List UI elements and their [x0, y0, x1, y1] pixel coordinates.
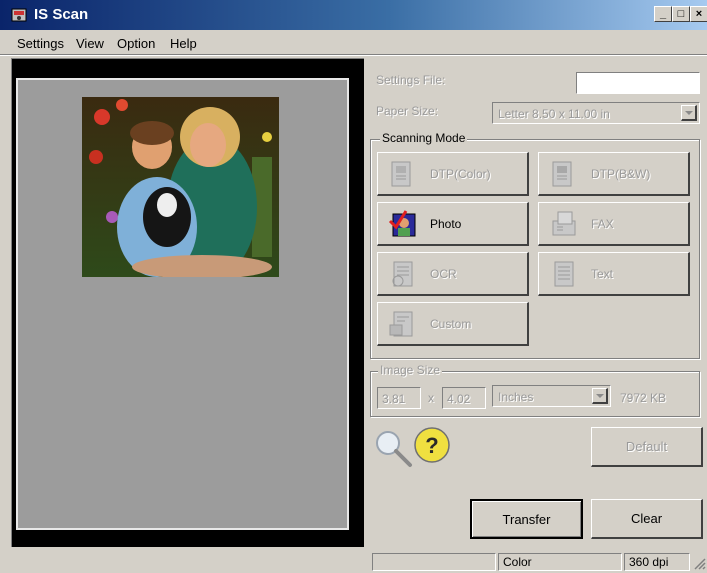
mode-dtp-bw-label: DTP(B&W) [591, 167, 651, 181]
mode-ocr-button[interactable]: OCR [377, 252, 529, 296]
default-button[interactable]: Default [591, 427, 703, 467]
maximize-button[interactable]: □ [672, 6, 690, 22]
mode-fax-label: FAX [591, 217, 614, 231]
title-bar [0, 0, 707, 30]
image-width-field[interactable]: 3.81 [377, 387, 421, 409]
mode-text-button[interactable]: Text [538, 252, 690, 296]
app-icon [11, 8, 27, 22]
file-size-value: 7972 KB [620, 391, 667, 405]
mode-ocr-label: OCR [430, 267, 457, 281]
mode-custom-button[interactable]: Custom [377, 302, 529, 346]
status-cell-empty [372, 553, 496, 571]
menu-settings-label: Settings [17, 36, 64, 51]
unit-chevron-down-icon[interactable] [592, 388, 608, 404]
chevron-down-icon[interactable] [681, 105, 697, 121]
paper-size-select[interactable]: Letter 8.50 x 11.00 in [492, 102, 700, 124]
custom-icon [389, 311, 413, 337]
window-title: IS Scan [34, 6, 89, 23]
resize-grip-icon[interactable] [692, 556, 706, 570]
clear-button[interactable]: Clear [591, 499, 703, 539]
paper-size-value: Letter 8.50 x 11.00 in [498, 107, 610, 121]
menu-option-label: Option [117, 36, 156, 51]
mode-dtp-color-label: DTP(Color) [430, 167, 491, 181]
magnifier-icon[interactable] [372, 427, 414, 469]
text-icon [554, 261, 574, 287]
mode-photo-label: Photo [430, 217, 462, 231]
menu-bar [0, 32, 707, 54]
minimize-button[interactable]: _ [654, 6, 672, 22]
transfer-button[interactable]: Transfer [470, 499, 583, 539]
menu-help[interactable]: Help [170, 36, 197, 51]
mode-text-label: Text [591, 267, 614, 281]
photo-icon [388, 210, 416, 237]
image-height-value: 4.02 [447, 392, 471, 406]
dtp-bw-icon [552, 161, 572, 187]
dtp-color-icon [391, 161, 411, 187]
ocr-icon [392, 261, 413, 287]
svg-text:?: ? [425, 433, 438, 458]
menu-view[interactable]: View [76, 36, 104, 51]
menu-divider-highlight [0, 55, 707, 56]
mode-fax-button[interactable]: FAX [538, 202, 690, 246]
mode-dtp-color-button[interactable]: DTP(Color) [377, 152, 529, 196]
settings-file-label: Settings File: [376, 73, 446, 87]
scanning-mode-label: Scanning Mode [380, 131, 468, 145]
question-icon[interactable]: ? [412, 425, 452, 465]
image-size-label: Image Size [378, 363, 443, 377]
close-button[interactable]: × [690, 6, 707, 22]
settings-file-field[interactable] [576, 72, 700, 94]
paper-size-label: Paper Size: [376, 104, 439, 118]
image-width-value: 3.81 [382, 392, 406, 406]
mode-dtp-bw-button[interactable]: DTP(B&W) [538, 152, 690, 196]
image-size-separator: x [428, 391, 434, 405]
menu-option[interactable]: Option [117, 36, 155, 51]
menu-view-label: View [76, 36, 104, 51]
status-color-mode: Color [498, 553, 622, 571]
fax-icon [552, 211, 576, 236]
unit-value: Inches [498, 390, 534, 404]
preview-photo[interactable] [82, 97, 279, 277]
mode-photo-button[interactable]: Photo [377, 202, 529, 246]
image-height-field[interactable]: 4.02 [442, 387, 486, 409]
menu-settings[interactable]: Settings [17, 36, 64, 51]
menu-help-label: Help [170, 36, 197, 51]
mode-custom-label: Custom [430, 317, 472, 331]
unit-select[interactable]: Inches [492, 385, 611, 407]
status-dpi: 360 dpi [624, 553, 690, 571]
